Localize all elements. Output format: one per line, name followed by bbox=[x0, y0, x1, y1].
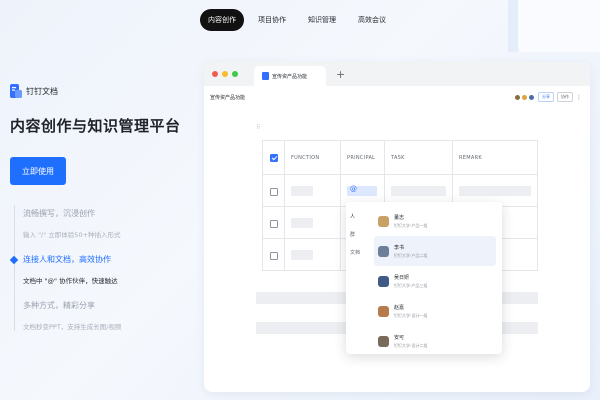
doc-toolbar: 宣传资产品功能 分享 协作 ⋮ bbox=[204, 86, 590, 108]
person-name: 李书 bbox=[394, 244, 405, 251]
feature-title: 流畅撰写，沉浸创作 bbox=[23, 209, 95, 218]
avatar bbox=[378, 305, 389, 317]
placeholder-block bbox=[459, 185, 531, 196]
placeholder-block bbox=[291, 185, 313, 196]
table-cell[interactable] bbox=[284, 206, 341, 239]
person-name: 董志 bbox=[394, 214, 405, 221]
mention-people-list: 董志 钉钉大学-产品一组 李书 钉钉大学-产品二组 吴日妍 钉钉大学-产品三组 赵嘉钉… bbox=[374, 206, 496, 356]
feature-list: 流畅撰写，沉浸创作 输入 "/" 立即体验50+种插入形式 连接人和文档，高效协… bbox=[9, 205, 194, 331]
hero-title: 内容创作与知识管理平台 bbox=[10, 117, 181, 135]
avatar bbox=[378, 275, 389, 287]
person-name: 安可 bbox=[394, 334, 405, 341]
table-header-row: FUNCTION PRINCIPAL TASK REMARK bbox=[262, 140, 538, 175]
column-header[interactable]: PRINCIPAL bbox=[340, 140, 385, 175]
minimize-window-icon[interactable] bbox=[222, 71, 228, 77]
tab-project-collab[interactable]: 项目协作 bbox=[250, 9, 294, 31]
feature-title: 多种方式，精彩分享 bbox=[23, 301, 95, 310]
collaborator-avatar[interactable] bbox=[521, 93, 528, 101]
dingtalk-docs-logo-icon bbox=[10, 84, 22, 98]
mention-option-highlighted[interactable]: 李书 钉钉大学-产品二组 bbox=[374, 236, 496, 266]
feature-item-active[interactable]: 连接人和文档，高效协作 文档中 "@" 协作伙伴，快速触达 bbox=[9, 251, 194, 285]
person-title: 钉钉大学-产品三组 bbox=[394, 282, 428, 288]
tab-efficient-meeting[interactable]: 高效会议 bbox=[350, 9, 394, 31]
doc-tab-label: 宣传资产品功能 bbox=[272, 73, 308, 80]
mention-option[interactable]: 吴日妍 钉钉大学-产品三组 bbox=[374, 266, 496, 296]
mention-option[interactable]: 赵嘉 钉钉大学-设计一组 bbox=[374, 296, 496, 326]
feature-title: 连接人和文档，高效协作 bbox=[23, 255, 111, 264]
collaborator-avatar[interactable] bbox=[528, 93, 535, 101]
decor-strip bbox=[508, 0, 518, 52]
person-title: 钉钉大学-产品二组 bbox=[394, 252, 428, 258]
feature-subtitle: 输入 "/" 立即体验50+种插入形式 bbox=[23, 231, 121, 239]
column-header[interactable]: FUNCTION bbox=[284, 140, 341, 175]
placeholder-block bbox=[291, 217, 313, 228]
active-diamond-icon bbox=[9, 255, 19, 265]
doc-tab[interactable]: 宣传资产品功能 bbox=[254, 66, 326, 86]
person-title: 钉钉大学-设计一组 bbox=[394, 312, 428, 318]
person-name: 吴日妍 bbox=[394, 274, 410, 281]
start-using-button[interactable]: 立即使用 bbox=[10, 157, 66, 185]
mention-option[interactable]: 安可 钉钉大学-设计二组 bbox=[374, 326, 496, 356]
avatar bbox=[378, 215, 389, 227]
select-all-checkbox[interactable] bbox=[269, 153, 278, 162]
mention-category-list: 人 群 文档 bbox=[350, 208, 368, 262]
close-window-icon[interactable] bbox=[212, 71, 218, 77]
column-header[interactable]: REMARK bbox=[452, 140, 538, 175]
person-title: 钉钉大学-产品一组 bbox=[394, 222, 428, 228]
drag-handle-icon[interactable]: ⠿ bbox=[256, 124, 260, 131]
feature-subtitle: 文档中 "@" 协作伙伴，快速触达 bbox=[23, 277, 118, 285]
avatar bbox=[378, 335, 389, 347]
placeholder-block bbox=[291, 249, 313, 260]
collaborator-avatar[interactable] bbox=[514, 93, 521, 101]
row-select-cell bbox=[262, 206, 285, 239]
mention-category-people[interactable]: 人 bbox=[350, 208, 368, 226]
doc-toolbar-actions: 分享 协作 ⋮ bbox=[514, 92, 582, 102]
table-cell[interactable] bbox=[284, 174, 341, 207]
document-icon bbox=[262, 72, 269, 80]
mention-option[interactable]: 董志 钉钉大学-产品一组 bbox=[374, 206, 496, 236]
select-all-cell bbox=[262, 140, 285, 175]
table-cell[interactable] bbox=[284, 238, 341, 271]
mention-input[interactable] bbox=[347, 185, 377, 196]
row-checkbox[interactable] bbox=[269, 187, 278, 196]
placeholder-block bbox=[391, 185, 446, 196]
top-nav: 内容创作 项目协作 知识管理 高效会议 bbox=[200, 8, 394, 32]
avatar bbox=[378, 245, 389, 257]
mention-category-docs[interactable]: 文档 bbox=[350, 244, 368, 262]
tab-content-creation[interactable]: 内容创作 bbox=[200, 9, 244, 31]
window-titlebar: 宣传资产品功能 + bbox=[204, 62, 590, 86]
mention-popup: 人 群 文档 董志 钉钉大学-产品一组 李书 钉钉大学-产品二组 吴日妍 钉钉大学-产… bbox=[346, 202, 502, 354]
person-title: 钉钉大学-设计二组 bbox=[394, 342, 428, 348]
brand: 钉钉文档 bbox=[10, 84, 58, 98]
mention-category-groups[interactable]: 群 bbox=[350, 226, 368, 244]
decor-panel bbox=[518, 0, 600, 52]
tab-knowledge-mgmt[interactable]: 知识管理 bbox=[300, 9, 344, 31]
app-window: 宣传资产品功能 + 宣传资产品功能 分享 协作 ⋮ ⠿ FUNCTION PRI… bbox=[204, 62, 590, 392]
row-checkbox[interactable] bbox=[269, 219, 278, 228]
column-header[interactable]: TASK bbox=[384, 140, 453, 175]
feature-subtitle: 文档秒变PPT，支持生成长图/视频 bbox=[23, 323, 122, 331]
row-checkbox[interactable] bbox=[269, 251, 278, 260]
row-select-cell bbox=[262, 174, 285, 207]
collab-button[interactable]: 协作 bbox=[557, 92, 573, 102]
new-tab-icon[interactable]: + bbox=[336, 69, 345, 80]
breadcrumb[interactable]: 宣传资产品功能 bbox=[210, 94, 245, 101]
person-name: 赵嘉 bbox=[394, 304, 405, 311]
more-options-icon[interactable]: ⋮ bbox=[576, 94, 582, 101]
brand-name: 钉钉文档 bbox=[26, 86, 58, 96]
row-select-cell bbox=[262, 238, 285, 271]
share-button[interactable]: 分享 bbox=[538, 92, 554, 102]
feature-item[interactable]: 多种方式，精彩分享 文档秒变PPT，支持生成长图/视频 bbox=[15, 297, 194, 331]
maximize-window-icon[interactable] bbox=[232, 71, 238, 77]
feature-item[interactable]: 流畅撰写，沉浸创作 输入 "/" 立即体验50+种插入形式 bbox=[15, 205, 194, 239]
